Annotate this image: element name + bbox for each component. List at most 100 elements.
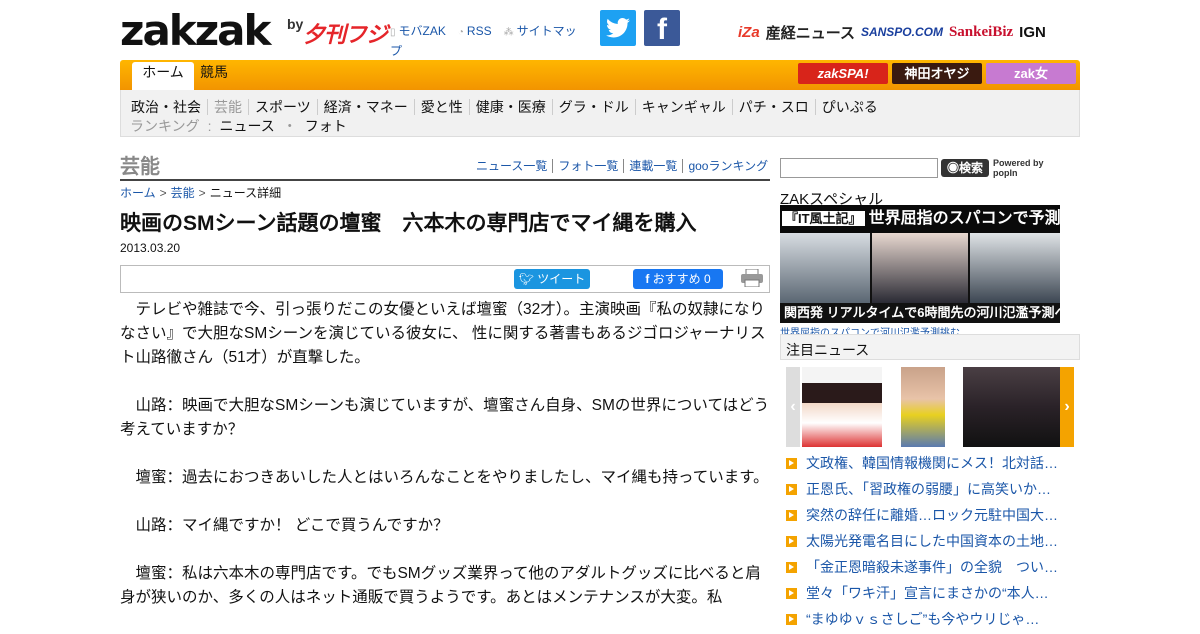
zak-onna-badge[interactable]: zak女 [986, 63, 1076, 84]
article-paragraph: 壇蜜：私は六本木の専門店です。でもSMグッズ業界って他のアダルトグッズに比べると… [120, 565, 761, 606]
partner-logos: iZa 産経ニュース SANSPO.COM SankeiBiz IGN [738, 20, 1046, 44]
search-button-label: 検索 [959, 161, 984, 175]
news-item-link[interactable]: 正恩氏、「習政権の弱腰」に高笑いか… [806, 481, 1051, 497]
cat-gravure[interactable]: グラ・ドル [551, 99, 635, 115]
partner-sankei-news[interactable]: 産経ニュース [766, 22, 855, 43]
it-fudoki-banner[interactable]: 『IT風土記』 世界屈指のスパコンで予測？ 関西発 リアルタイムで6時間先の河川氾… [780, 205, 1060, 323]
arrow-bullet-icon [786, 614, 797, 625]
mobile-icon: ▯ [390, 27, 396, 38]
carousel-thumb[interactable] [802, 367, 882, 447]
facebook-like-button[interactable]: f おすすめ 0 [633, 269, 723, 289]
news-item[interactable]: 文政権、韓国情報機関にメス！北対話… [786, 450, 1076, 476]
print-icon[interactable] [740, 268, 764, 288]
goo-ranking-link[interactable]: gooランキング [682, 159, 774, 173]
carousel-thumb[interactable] [901, 367, 945, 447]
section-divider [120, 179, 770, 181]
cat-health[interactable]: 健康・医療 [468, 99, 552, 115]
news-item[interactable]: 「金正恩暗殺未遂事件」の全貌 つい… [786, 554, 1076, 580]
news-item[interactable]: 堂々「ワキ汗」宣言にまさかの“本人… [786, 580, 1076, 606]
arrow-bullet-icon [786, 536, 797, 547]
facebook-icon[interactable]: f [644, 10, 680, 46]
top-links: ▯ モバZAK ◔ RSS ⁂ サイトマップ [390, 22, 590, 60]
arrow-bullet-icon [786, 588, 797, 599]
ranking-news[interactable]: ニュース [219, 118, 274, 134]
logo-by-text: by [287, 16, 304, 32]
ranking-row: ランキング: ニュース・フォト [130, 117, 347, 135]
photo-list-link[interactable]: フォト一覧 [552, 159, 624, 173]
partner-ign[interactable]: IGN [1019, 24, 1046, 41]
kanda-oyaji-badge[interactable]: 神田オヤジ [892, 63, 982, 84]
twitter-icon[interactable] [600, 10, 636, 46]
banner-photo-man-right [970, 233, 1060, 303]
facebook-f-icon: f [645, 272, 650, 286]
carousel-prev-icon[interactable]: ‹ [786, 367, 800, 447]
carousel-next-icon[interactable]: › [1060, 367, 1074, 447]
yukan-fuji-logo[interactable]: 夕刊フジ [303, 17, 388, 49]
fb-like-label: おすすめ 0 [652, 272, 711, 286]
banner-tag: 『IT風土記』 [782, 211, 865, 226]
news-item-link[interactable]: 文政権、韓国情報機関にメス！北対話… [806, 455, 1058, 471]
article-paragraph: 壇蜜：過去におつきあいした人とはいろんなことをやりましたし、マイ縄も持っています… [135, 469, 769, 486]
news-item-link[interactable]: 突然の辞任に離婚…ロック元駐中国大… [806, 507, 1058, 523]
breadcrumb: ホーム > 芸能 > ニュース詳細 [120, 184, 281, 201]
ranking-photo[interactable]: フォト [305, 118, 347, 134]
banner-title: 『IT風土記』 世界屈指のスパコンで予測？ [780, 205, 1060, 233]
search-input[interactable] [780, 158, 938, 178]
article-paragraph: 山路：映画で大胆なSMシーンも演じていますが、壇蜜さん自身、SMの世界については… [120, 397, 770, 438]
banner-subtitle: 関西発 リアルタイムで6時間先の河川氾濫予測へ [780, 303, 1060, 323]
zak-spa-badge[interactable]: zakSPA! [798, 63, 888, 84]
banner-photo-man-left [780, 233, 870, 303]
search-button[interactable]: ◉検索 [941, 159, 989, 177]
cat-love[interactable]: 愛と性 [413, 99, 469, 115]
arrow-bullet-icon [786, 562, 797, 573]
carousel-thumb[interactable] [963, 367, 1060, 447]
cat-geino[interactable]: 芸能 [207, 99, 248, 115]
banner-headline: 世界屈指のスパコンで予測？ [868, 210, 1060, 227]
section-links: ニュース一覧 フォト一覧 連載一覧 gooランキング [476, 157, 774, 174]
ranking-label: ランキング [130, 118, 200, 134]
partner-iza[interactable]: iZa [738, 24, 760, 41]
tab-home[interactable]: ホーム [132, 62, 194, 90]
news-item-link[interactable]: “まゆゆｖｓさしご”も今やウリじゃ… [806, 611, 1039, 627]
chumoku-news-list: 文政権、韓国情報機関にメス！北対話… 正恩氏、「習政権の弱腰」に高笑いか… 突然… [786, 450, 1076, 632]
news-item[interactable]: “まゆゆｖｓさしご”も今やウリじゃ… [786, 606, 1076, 632]
article-headline: 映画のSMシーン話題の壇蜜 六本木の専門店でマイ縄を購入 [120, 212, 697, 235]
cat-sports[interactable]: スポーツ [248, 99, 317, 115]
breadcrumb-current: ニュース詳細 [209, 186, 282, 200]
series-list-link[interactable]: 連載一覧 [623, 159, 683, 173]
tweet-label: ツイート [537, 272, 586, 286]
cat-politics[interactable]: 政治・社会 [125, 99, 207, 115]
category-list: 政治・社会 芸能 スポーツ 経済・マネー 愛と性 健康・医療 グラ・ドル キャンギャル パチ・ス… [125, 98, 884, 116]
partner-sanspo[interactable]: SANSPO.COM [861, 25, 943, 39]
cat-economy[interactable]: 経済・マネー [316, 99, 414, 115]
mobile-zak-link[interactable]: ▯ モバZAK [390, 24, 446, 38]
chumoku-title: 注目ニュース [786, 342, 870, 358]
cat-campaign-girl[interactable]: キャンギャル [634, 99, 732, 115]
cat-people[interactable]: ぴいぷる [814, 99, 884, 115]
breadcrumb-geino[interactable]: 芸能 [171, 186, 195, 200]
news-item-link[interactable]: 太陽光発電名目にした中国資本の土地… [806, 533, 1058, 549]
cat-pachinko[interactable]: パチ・スロ [731, 99, 815, 115]
news-item[interactable]: 正恩氏、「習政権の弱腰」に高笑いか… [786, 476, 1076, 502]
tweet-button[interactable]: 🐦︎ ツイート [514, 269, 590, 289]
news-item-link[interactable]: 「金正恩暗殺未遂事件」の全貌 つい… [806, 559, 1058, 575]
section-title: 芸能 [120, 156, 160, 178]
rss-icon: ◔ [457, 27, 464, 38]
banner-photo-woman [872, 233, 968, 303]
news-item[interactable]: 突然の辞任に離婚…ロック元駐中国大… [786, 502, 1076, 528]
news-item-link[interactable]: 堂々「ワキ汗」宣言にまさかの“本人… [806, 585, 1049, 601]
zakzak-logo[interactable]: zakzak [120, 10, 271, 52]
partner-sankeibiz[interactable]: SankeiBiz [949, 24, 1013, 41]
ranking-dot: ・ [282, 118, 297, 134]
article-body: テレビや雑誌で今、引っ張りだこの女優といえば壇蜜（32才）。主演映画『私の奴隷に… [120, 298, 772, 634]
twitter-bird-icon: 🐦︎ [518, 272, 534, 286]
ranking-colon: : [207, 118, 212, 134]
search-icon: ◉ [946, 161, 959, 175]
tab-keiba[interactable]: 競馬 [194, 62, 234, 90]
breadcrumb-sep-icon: > [159, 186, 167, 200]
news-item[interactable]: 太陽光発電名目にした中国資本の土地… [786, 528, 1076, 554]
breadcrumb-home[interactable]: ホーム [120, 186, 156, 200]
news-list-link[interactable]: ニュース一覧 [476, 159, 552, 173]
rss-link[interactable]: ◔ RSS [458, 24, 492, 38]
article-paragraph: テレビや雑誌で今、引っ張りだこの女優といえば壇蜜（32才）。主演映画『私の奴隷に… [120, 301, 766, 366]
